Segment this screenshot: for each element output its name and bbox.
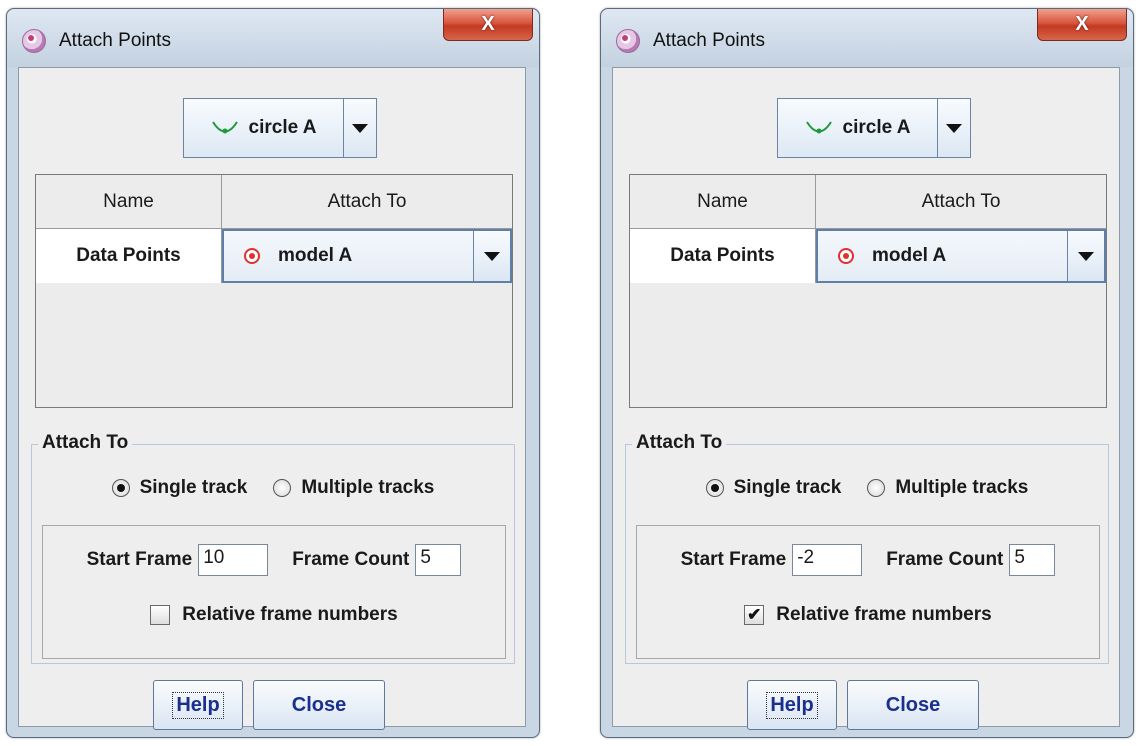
attach-to-group-legend: Attach To xyxy=(38,432,133,454)
attach-to-group-legend: Attach To xyxy=(632,432,727,454)
dialog-body: circle A Name Attach To Data Points mode… xyxy=(612,67,1120,730)
track-selector-label: circle A xyxy=(842,117,911,138)
track-mode-radio-group: Single track Multiple tracks xyxy=(32,477,514,499)
start-frame-label: Start Frame xyxy=(86,549,193,570)
frame-row: Start Frame 10 Frame Count 5 xyxy=(43,544,505,576)
start-frame-field[interactable]: -2 xyxy=(792,544,863,576)
radio-unselected-icon[interactable] xyxy=(273,479,292,497)
radio-selected-icon[interactable] xyxy=(705,479,724,497)
close-button[interactable]: Close xyxy=(253,680,385,730)
attach-to-value[interactable]: model A xyxy=(224,231,473,281)
relative-frames-row: ✔ Relative frame numbers xyxy=(637,604,1099,626)
help-button[interactable]: Help xyxy=(153,680,243,730)
relative-frame-numbers-label[interactable]: Relative frame numbers xyxy=(776,604,991,626)
points-table: Name Attach To Data Points model A xyxy=(629,174,1107,408)
chevron-down-icon xyxy=(946,123,962,133)
app-icon xyxy=(616,29,640,53)
column-header-name[interactable]: Name xyxy=(630,175,816,229)
frame-settings-panel: Start Frame -2 Frame Count 5 ✔ Relative … xyxy=(636,525,1100,659)
help-button-label: Help xyxy=(766,691,818,719)
window-close-button[interactable]: X xyxy=(1037,9,1127,41)
single-track-label: Single track xyxy=(733,477,842,498)
circle-track-icon xyxy=(211,121,238,134)
dialog-body: circle A Name Attach To Data Points mode… xyxy=(18,67,526,730)
multiple-tracks-radio[interactable]: Multiple tracks xyxy=(867,477,1028,499)
points-table: Name Attach To Data Points model A xyxy=(35,174,513,408)
frame-row: Start Frame -2 Frame Count 5 xyxy=(637,544,1099,576)
column-header-name[interactable]: Name xyxy=(36,175,222,229)
window-close-button[interactable]: X xyxy=(443,9,533,41)
attach-to-label: model A xyxy=(872,245,947,266)
table-row-name-cell[interactable]: Data Points xyxy=(630,229,816,283)
attach-to-dropdown-button[interactable] xyxy=(473,231,510,281)
relative-frames-row: Relative frame numbers xyxy=(43,604,505,626)
multiple-tracks-radio[interactable]: Multiple tracks xyxy=(273,477,434,499)
attach-to-group: Attach To Single track Multiple tracks S… xyxy=(625,432,1109,664)
attach-to-dropdown-button[interactable] xyxy=(1067,231,1104,281)
single-track-label: Single track xyxy=(139,477,248,498)
attach-to-group: Attach To Single track Multiple tracks S… xyxy=(31,432,515,664)
target-icon xyxy=(244,248,260,264)
frame-count-field[interactable]: 5 xyxy=(1009,544,1056,576)
target-icon xyxy=(838,248,854,264)
track-selector[interactable]: circle A xyxy=(777,98,971,158)
attach-points-dialog-right: Attach Points X circle A Name Attach To … xyxy=(600,8,1134,738)
title-bar[interactable]: Attach Points X xyxy=(601,9,1133,67)
close-button[interactable]: Close xyxy=(847,680,979,730)
attach-points-dialog-left: Attach Points X circle A Name Attach To … xyxy=(6,8,540,738)
table-row-name-cell[interactable]: Data Points xyxy=(36,229,222,283)
start-frame-field[interactable]: 10 xyxy=(198,544,269,576)
help-button-label: Help xyxy=(172,691,224,719)
relative-frame-numbers-checkbox[interactable]: ✔ xyxy=(744,605,765,625)
single-track-radio[interactable]: Single track xyxy=(705,477,842,499)
single-track-radio[interactable]: Single track xyxy=(111,477,248,499)
frame-settings-panel: Start Frame 10 Frame Count 5 Relative fr… xyxy=(42,525,506,659)
relative-frame-numbers-label[interactable]: Relative frame numbers xyxy=(182,604,397,626)
radio-unselected-icon[interactable] xyxy=(867,479,886,497)
track-selector-value[interactable]: circle A xyxy=(184,99,344,157)
app-icon xyxy=(22,29,46,53)
track-selector-dropdown-button[interactable] xyxy=(344,99,376,157)
start-frame-label: Start Frame xyxy=(680,549,787,570)
track-selector[interactable]: circle A xyxy=(183,98,377,158)
column-header-attach-to[interactable]: Attach To xyxy=(816,175,1106,229)
chevron-down-icon xyxy=(484,251,500,261)
relative-frame-numbers-checkbox[interactable] xyxy=(150,605,171,625)
multiple-tracks-label: Multiple tracks xyxy=(301,477,435,498)
attach-to-label: model A xyxy=(278,245,353,266)
frame-count-label: Frame Count xyxy=(292,549,410,570)
frame-count-field[interactable]: 5 xyxy=(415,544,462,576)
chevron-down-icon xyxy=(1078,251,1094,261)
circle-track-icon xyxy=(805,121,832,134)
chevron-down-icon xyxy=(352,123,368,133)
radio-selected-icon[interactable] xyxy=(111,479,130,497)
help-button[interactable]: Help xyxy=(747,680,837,730)
frame-count-label: Frame Count xyxy=(886,549,1004,570)
attach-to-combo[interactable]: model A xyxy=(222,229,512,283)
track-selector-label: circle A xyxy=(248,117,317,138)
window-title: Attach Points xyxy=(59,30,171,51)
track-selector-dropdown-button[interactable] xyxy=(938,99,970,157)
title-bar[interactable]: Attach Points X xyxy=(7,9,539,67)
track-mode-radio-group: Single track Multiple tracks xyxy=(626,477,1108,499)
attach-to-combo[interactable]: model A xyxy=(816,229,1106,283)
multiple-tracks-label: Multiple tracks xyxy=(895,477,1029,498)
attach-to-value[interactable]: model A xyxy=(818,231,1067,281)
track-selector-value[interactable]: circle A xyxy=(778,99,938,157)
window-title: Attach Points xyxy=(653,30,765,51)
column-header-attach-to[interactable]: Attach To xyxy=(222,175,512,229)
